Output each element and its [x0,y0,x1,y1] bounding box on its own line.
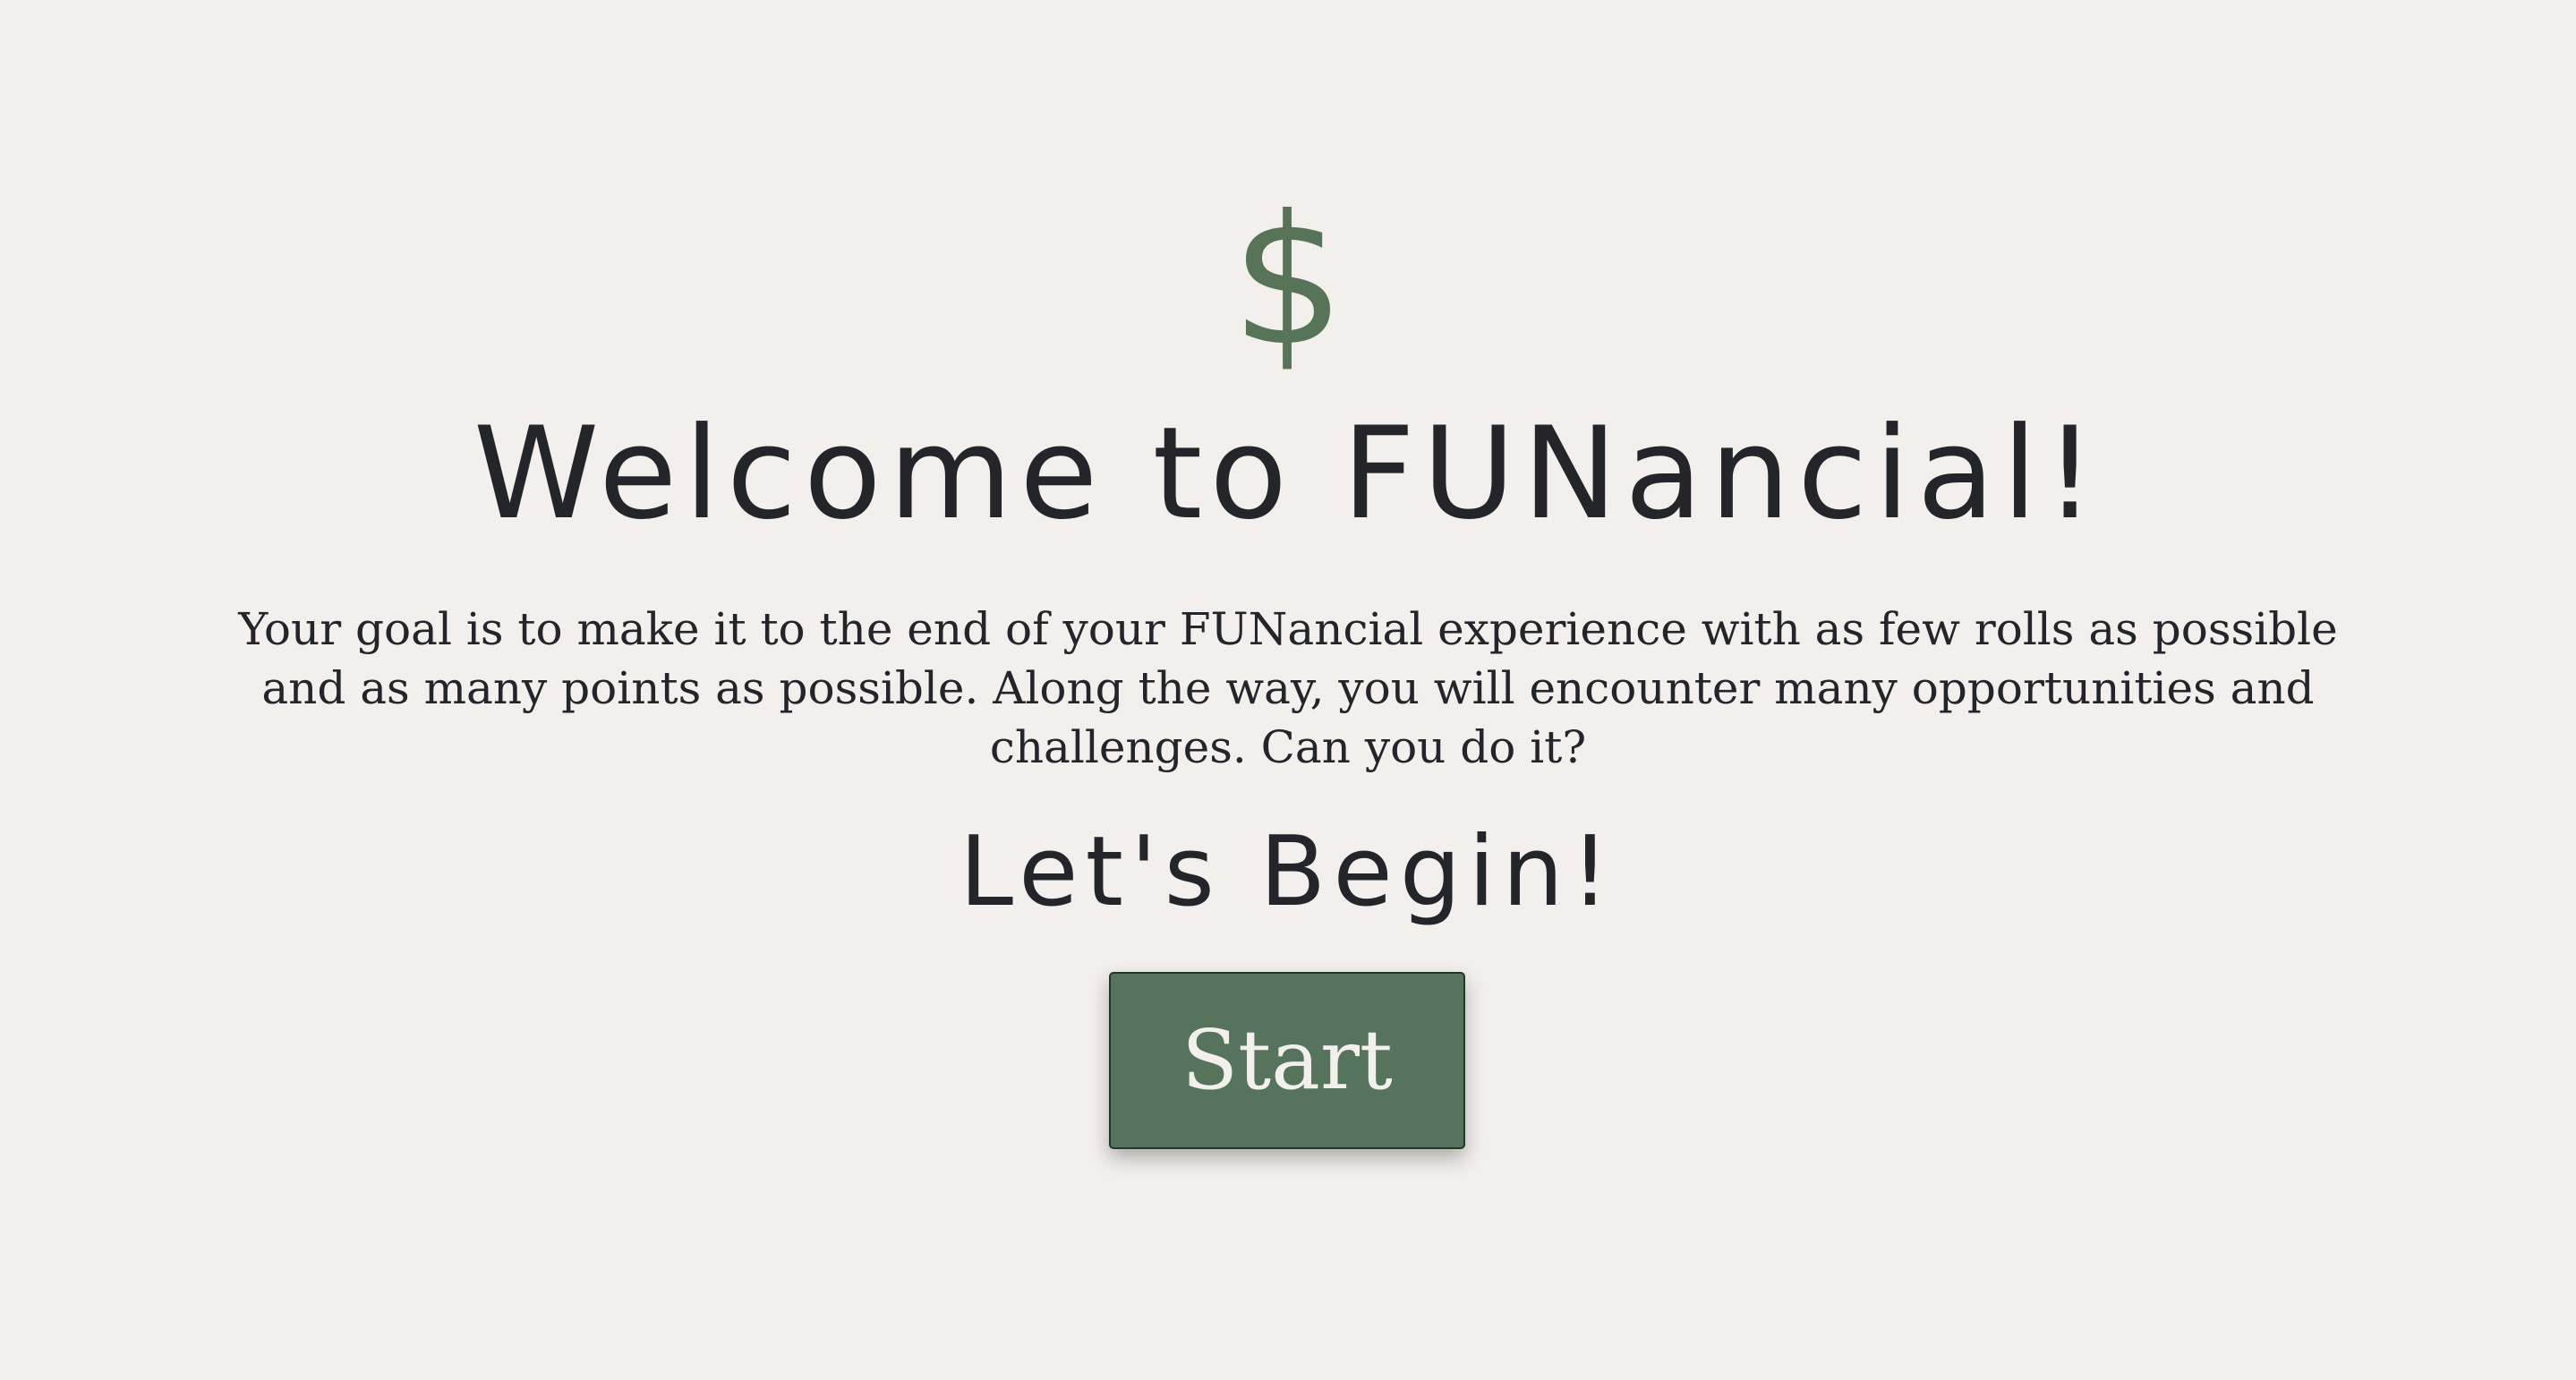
page-title: Welcome to FUNancial! [473,400,2103,548]
intro-text: Your goal is to make it to the end of yo… [238,603,2338,773]
welcome-page: $ Welcome to FUNancial! Your goal is to … [0,0,2576,1380]
dollar-sign-icon: $ [1231,177,1345,386]
begin-heading: Let's Begin! [959,816,1617,928]
start-button[interactable]: Start [1109,972,1465,1149]
